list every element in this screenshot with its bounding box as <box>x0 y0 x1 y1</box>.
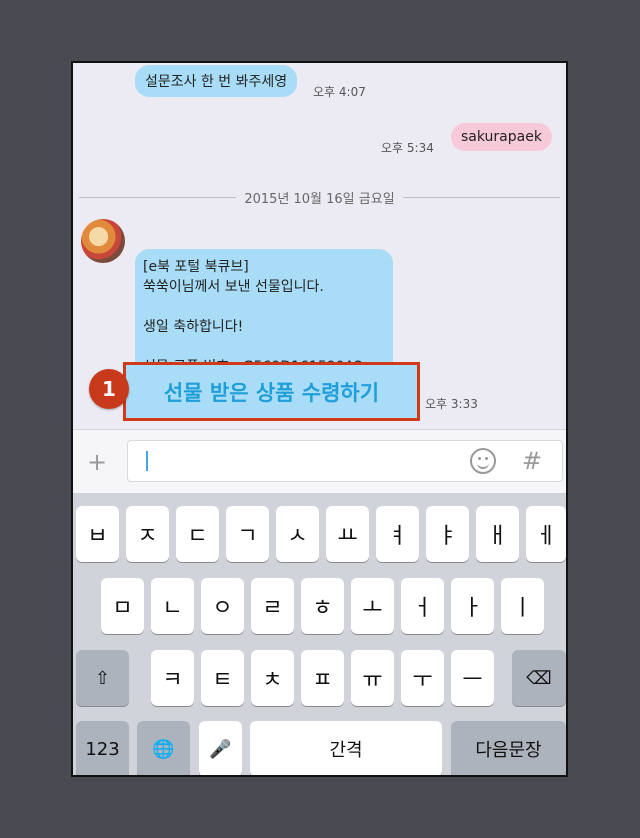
key[interactable]: ㅂ <box>76 506 119 562</box>
numbers-key[interactable]: 123 <box>76 721 129 775</box>
shift-key[interactable]: ⇧ <box>76 650 129 706</box>
key[interactable]: ㅑ <box>426 506 469 562</box>
message-text: 설문조사 한 번 봐주세영 <box>145 74 288 90</box>
key[interactable]: ㅍ <box>301 650 344 706</box>
receive-gift-label: 선물 받은 상품 수령하기 <box>163 380 380 405</box>
gift-line: 쑥쑥이님께서 보낸 선물입니다. <box>143 279 324 295</box>
space-key[interactable]: 간격 <box>250 721 442 775</box>
key[interactable]: ㅏ <box>451 578 494 634</box>
emoji-icon[interactable] <box>470 448 496 474</box>
hashtag-icon[interactable]: # <box>522 447 542 475</box>
key[interactable]: ㄴ <box>151 578 194 634</box>
key[interactable]: ㅊ <box>251 650 294 706</box>
key[interactable]: ㅜ <box>401 650 444 706</box>
chat-area: 설문조사 한 번 봐주세영 오후 4:07 sakurapaek 오후 5:34… <box>73 63 566 429</box>
globe-key[interactable]: 🌐 <box>137 721 190 775</box>
step-marker: 1 <box>89 369 129 409</box>
step-marker-number: 1 <box>102 377 116 401</box>
message-bubble[interactable]: sakurapaek <box>451 123 552 151</box>
gift-line: [e북 포털 북큐브] <box>143 259 249 275</box>
key[interactable]: ㅐ <box>476 506 519 562</box>
gift-line: 생일 축하합니다! <box>143 319 244 335</box>
key[interactable]: ㅈ <box>126 506 169 562</box>
message-timestamp: 오후 4:07 <box>313 85 366 99</box>
key[interactable]: ㅎ <box>301 578 344 634</box>
key[interactable]: ㅋ <box>151 650 194 706</box>
dictation-key[interactable]: 🎤 <box>199 721 242 775</box>
text-caret <box>146 451 148 471</box>
key[interactable]: ㅓ <box>401 578 444 634</box>
phone-screen: 설문조사 한 번 봐주세영 오후 4:07 sakurapaek 오후 5:34… <box>71 61 568 777</box>
key[interactable]: ㅠ <box>351 650 394 706</box>
key[interactable]: ㅕ <box>376 506 419 562</box>
key[interactable]: ㅅ <box>276 506 319 562</box>
microphone-icon: 🎤 <box>209 738 232 760</box>
key[interactable]: ㅇ <box>201 578 244 634</box>
key[interactable]: ㅛ <box>326 506 369 562</box>
key[interactable]: ㅔ <box>526 506 566 562</box>
message-input[interactable]: # <box>127 440 563 482</box>
keyboard: ㅂ ㅈ ㄷ ㄱ ㅅ ㅛ ㅕ ㅑ ㅐ ㅔ ㅁ ㄴ ㅇ ㄹ ㅎ ㅗ ㅓ ㅏ ㅣ ⇧ … <box>73 493 566 775</box>
date-divider: 2015년 10월 16일 금요일 <box>73 188 566 207</box>
key[interactable]: ㄹ <box>251 578 294 634</box>
date-divider-label: 2015년 10월 16일 금요일 <box>236 192 403 207</box>
backspace-icon: ⌫ <box>526 667 552 689</box>
avatar[interactable] <box>81 219 125 263</box>
globe-icon: 🌐 <box>152 738 175 760</box>
message-timestamp: 오후 3:33 <box>425 397 478 411</box>
message-text: sakurapaek <box>461 129 542 145</box>
shift-icon: ⇧ <box>94 667 111 689</box>
return-key[interactable]: 다음문장 <box>451 721 566 775</box>
key[interactable]: ㅌ <box>201 650 244 706</box>
message-bubble[interactable]: 설문조사 한 번 봐주세영 <box>135 65 298 97</box>
key[interactable]: ㅗ <box>351 578 394 634</box>
key[interactable]: ㅁ <box>101 578 144 634</box>
key[interactable]: ㅡ <box>451 650 494 706</box>
plus-icon[interactable]: + <box>87 448 107 476</box>
key[interactable]: ㄷ <box>176 506 219 562</box>
key[interactable]: ㅣ <box>501 578 544 634</box>
delete-key[interactable]: ⌫ <box>512 650 566 706</box>
message-timestamp: 오후 5:34 <box>381 141 434 155</box>
receive-gift-button[interactable]: 선물 받은 상품 수령하기 <box>123 362 420 421</box>
key[interactable]: ㄱ <box>226 506 269 562</box>
message-input-bar: + # <box>73 429 566 494</box>
